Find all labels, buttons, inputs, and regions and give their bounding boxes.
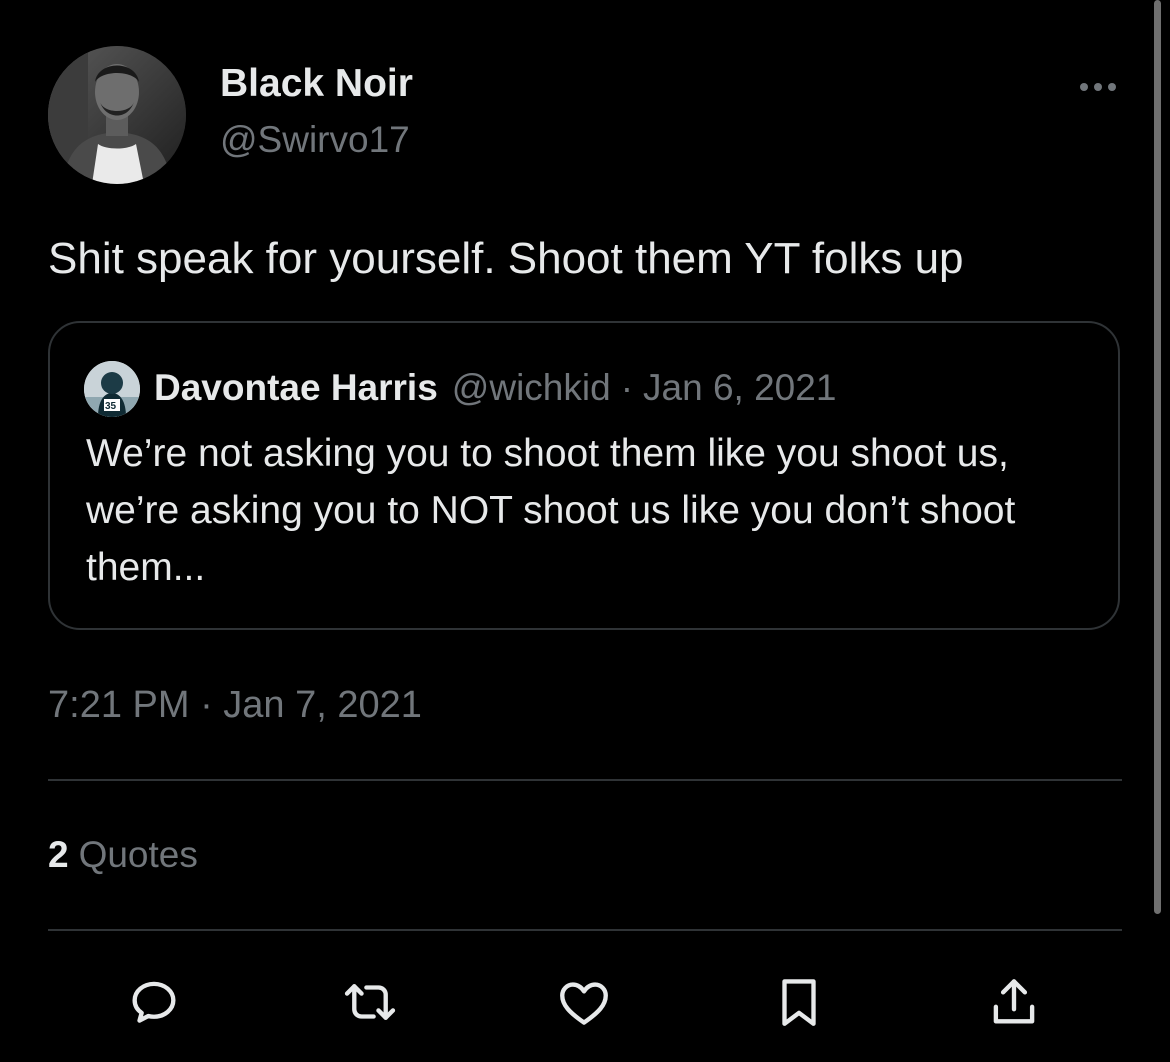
tweet-text: Shit speak for yourself. Shoot them YT f…	[48, 234, 964, 283]
more-options-button[interactable]	[1070, 70, 1126, 104]
quotes-label: Quotes	[78, 834, 198, 875]
quoted-tweet-header: Davontae Harris @wichkid · Jan 6, 2021	[154, 363, 836, 413]
quotes-stat[interactable]: 2 Quotes	[48, 830, 198, 880]
share-button[interactable]	[982, 970, 1046, 1034]
quoted-tweet-card[interactable]: 35 Davontae Harris @wichkid · Jan 6, 202…	[48, 321, 1120, 630]
tweet-timestamp[interactable]: 7:21 PM · Jan 7, 2021	[48, 680, 422, 730]
avatar-photo	[48, 46, 186, 184]
divider	[48, 779, 1122, 781]
share-icon	[993, 979, 1035, 1024]
retweet-button[interactable]	[338, 970, 402, 1034]
more-dots-icon	[1094, 83, 1102, 91]
quoted-header-separator: ·	[620, 367, 634, 408]
quoted-avatar-photo: 35	[84, 361, 140, 417]
quoted-author-handle: @wichkid	[451, 367, 611, 408]
more-dots-icon	[1080, 83, 1088, 91]
reply-button[interactable]	[122, 970, 186, 1034]
bookmark-icon	[782, 979, 816, 1026]
more-dots-icon	[1108, 83, 1116, 91]
bookmark-button[interactable]	[767, 970, 831, 1034]
author-handle[interactable]: @Swirvo17	[220, 116, 410, 164]
like-button[interactable]	[552, 970, 616, 1034]
svg-text:35: 35	[105, 401, 117, 412]
quotes-count: 2	[48, 834, 69, 875]
author-display-name[interactable]: Black Noir	[220, 60, 413, 108]
quoted-tweet-date: Jan 6, 2021	[643, 367, 837, 408]
divider	[48, 929, 1122, 931]
tweet-detail: Black Noir @Swirvo17 Shit speak for your…	[0, 0, 1170, 1062]
reply-icon	[132, 981, 176, 1023]
author-avatar[interactable]	[48, 46, 186, 184]
quoted-tweet-text: We’re not asking you to shoot them like …	[86, 432, 1016, 589]
heart-icon	[560, 982, 608, 1025]
quoted-author-display-name: Davontae Harris	[154, 367, 438, 408]
scrollbar[interactable]	[1154, 0, 1161, 914]
retweet-icon	[344, 984, 396, 1020]
quoted-author-avatar: 35	[84, 361, 140, 417]
